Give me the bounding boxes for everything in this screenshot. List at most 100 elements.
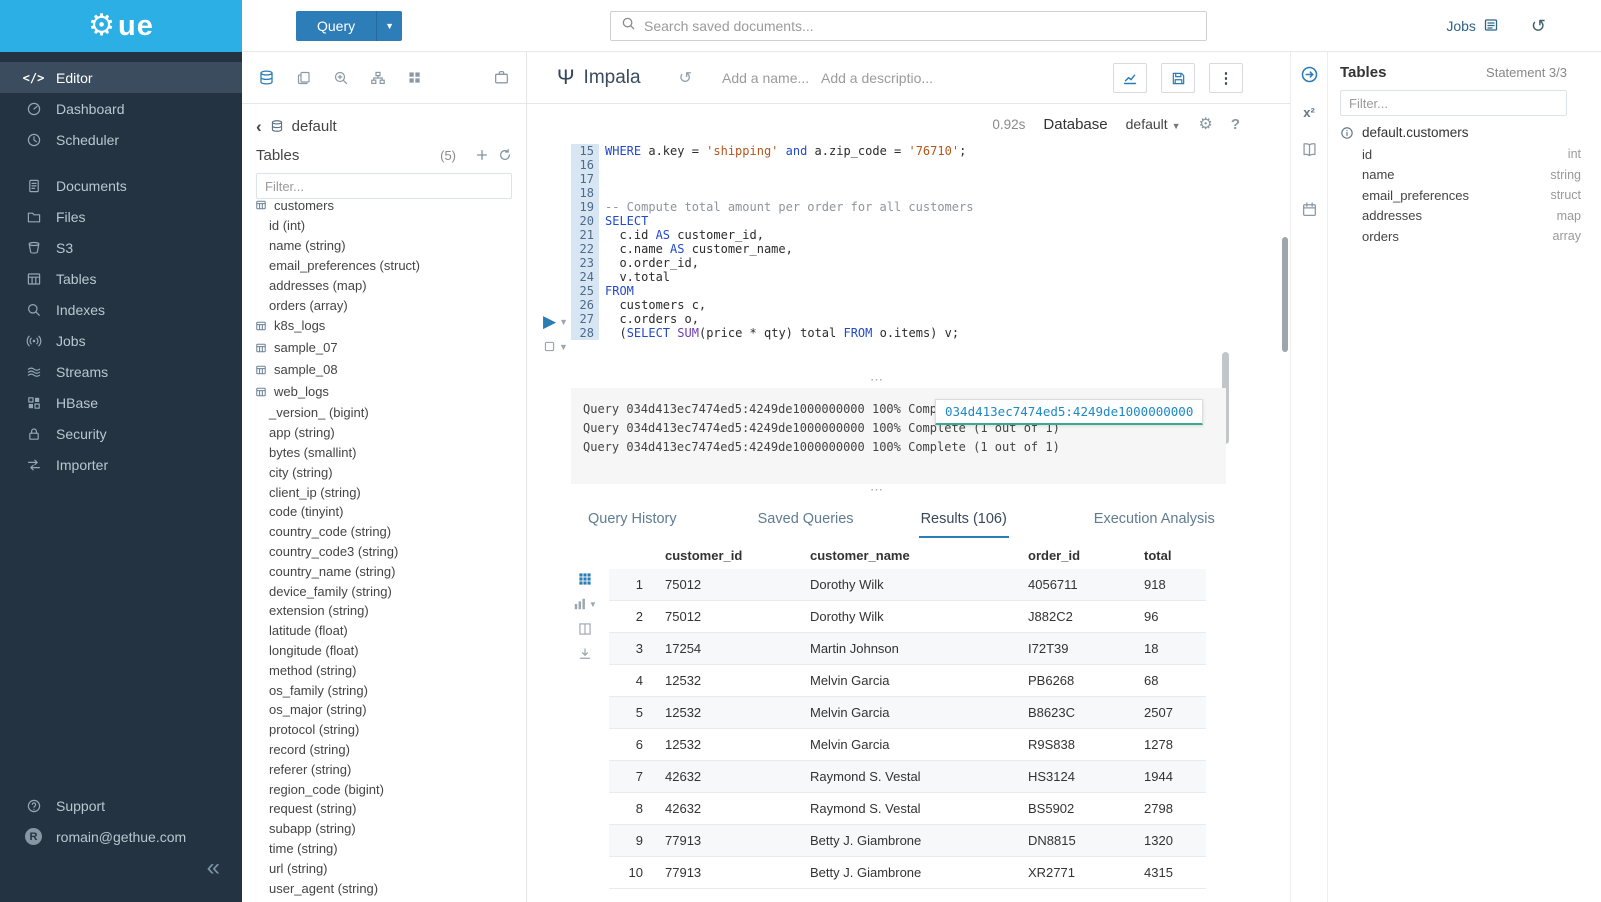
table-row[interactable]: 317254Martin JohnsonI72T3918: [609, 633, 1206, 665]
column-header-customer-id[interactable]: customer_id: [657, 540, 802, 569]
tree-table-customers[interactable]: customers: [242, 194, 526, 216]
editor-assistant-icon[interactable]: [1300, 65, 1319, 84]
tree-column-code-tinyint-[interactable]: code (tinyint): [242, 502, 526, 522]
tree-column-addresses-map-[interactable]: addresses (map): [242, 275, 526, 295]
assist-documents-icon[interactable]: [296, 70, 312, 86]
tab-saved-queries[interactable]: Saved Queries: [756, 502, 856, 538]
main-scrollbar[interactable]: [1282, 237, 1288, 352]
assist-databases-icon[interactable]: [258, 69, 275, 86]
database-select[interactable]: default ▼: [1126, 116, 1181, 132]
sidebar-item-documents[interactable]: Documents: [0, 170, 242, 201]
language-reference-icon[interactable]: [1301, 141, 1318, 158]
column-header-total[interactable]: total: [1136, 540, 1206, 569]
breadcrumb-database[interactable]: default: [292, 118, 337, 135]
tree-column-orders-array-[interactable]: orders (array): [242, 295, 526, 315]
tree-column-name-string-[interactable]: name (string): [242, 236, 526, 256]
right-filter-input[interactable]: [1340, 90, 1567, 116]
query-button-label[interactable]: Query: [296, 11, 376, 41]
settings-gear-icon[interactable]: ⚙: [1198, 114, 1212, 134]
download-icon[interactable]: [578, 647, 592, 661]
tree-column-city-string-[interactable]: city (string): [242, 462, 526, 482]
functions-icon[interactable]: x²: [1303, 105, 1315, 120]
query-description-input[interactable]: [821, 70, 946, 86]
tree-table-k8s-logs[interactable]: k8s_logs: [242, 315, 526, 337]
right-column-email-preferences[interactable]: email_preferencesstruct: [1328, 185, 1601, 206]
assist-apps-icon[interactable]: [407, 70, 422, 85]
tree-column-url-string-[interactable]: url (string): [242, 858, 526, 878]
tree-table-sample-08[interactable]: sample_08: [242, 359, 526, 381]
tree-column-country-code-string-[interactable]: country_code (string): [242, 522, 526, 542]
table-row[interactable]: 275012Dorothy WilkJ882C296: [609, 601, 1206, 633]
help-icon[interactable]: ?: [1231, 116, 1240, 133]
active-table-row[interactable]: default.customers: [1328, 116, 1601, 144]
tree-column-os-family-string-[interactable]: os_family (string): [242, 680, 526, 700]
tab-query-history[interactable]: Query History: [586, 502, 679, 538]
tree-column--version-bigint-[interactable]: _version_ (bigint): [242, 403, 526, 423]
info-icon[interactable]: [1340, 126, 1354, 140]
query-id-tooltip[interactable]: 034d413ec7474ed5:4249de1000000000: [935, 399, 1203, 425]
schedule-icon[interactable]: [1301, 201, 1318, 218]
tree-column-subapp-string-[interactable]: subapp (string): [242, 819, 526, 839]
log-resize-handle-top[interactable]: ⋯: [527, 376, 1226, 386]
add-table-icon[interactable]: [475, 148, 489, 162]
right-column-id[interactable]: idint: [1328, 144, 1601, 165]
tree-table-web-logs[interactable]: web_logs: [242, 381, 526, 403]
execute-options-caret[interactable]: ▼: [559, 317, 568, 327]
chart-type-caret[interactable]: ▼: [589, 600, 597, 609]
tree-column-latitude-float-[interactable]: latitude (float): [242, 621, 526, 641]
sidebar-item-s3[interactable]: S3: [0, 232, 242, 263]
assist-sitemap-icon[interactable]: [370, 70, 386, 86]
breadcrumb-back-chevron[interactable]: ‹: [256, 118, 262, 135]
sql-code-area[interactable]: WHERE a.key = 'shipping' and a.zip_code …: [605, 144, 1266, 340]
tree-column-client-ip-string-[interactable]: client_ip (string): [242, 482, 526, 502]
table-row[interactable]: 742632Raymond S. VestalHS31241944: [609, 761, 1206, 793]
grid-view-icon[interactable]: [578, 572, 592, 586]
chart-button[interactable]: [1113, 63, 1147, 93]
assist-zoom-icon[interactable]: [333, 70, 349, 86]
tree-column-longitude-float-[interactable]: longitude (float): [242, 641, 526, 661]
tab-results-106-[interactable]: Results (106): [919, 502, 1009, 538]
table-row[interactable]: 842632Raymond S. VestalBS59022798: [609, 793, 1206, 825]
table-row[interactable]: 412532Melvin GarciaPB626868: [609, 665, 1206, 697]
sidebar-item-jobs[interactable]: Jobs: [0, 325, 242, 356]
execute-button[interactable]: ▶▼: [543, 312, 568, 332]
editor-history-icon[interactable]: ↺: [679, 68, 692, 88]
tree-column-id-int-[interactable]: id (int): [242, 216, 526, 236]
query-dropdown-caret[interactable]: ▼: [376, 11, 402, 41]
sidebar-item-user[interactable]: R romain@gethue.com: [0, 821, 242, 852]
table-row[interactable]: 512532Melvin GarciaB8623C2507: [609, 697, 1206, 729]
sidebar-item-dashboard[interactable]: Dashboard: [0, 93, 242, 124]
tree-column-referer-string-[interactable]: referer (string): [242, 759, 526, 779]
sidebar-item-editor[interactable]: </>Editor: [0, 62, 242, 93]
sidebar-item-files[interactable]: Files: [0, 201, 242, 232]
more-actions-button[interactable]: ⋮: [1209, 63, 1243, 93]
tree-column-request-string-[interactable]: request (string): [242, 799, 526, 819]
tree-column-bytes-smallint-[interactable]: bytes (smallint): [242, 443, 526, 463]
sidebar-item-tables[interactable]: Tables: [0, 263, 242, 294]
right-column-name[interactable]: namestring: [1328, 165, 1601, 186]
tree-column-region-code-bigint-[interactable]: region_code (bigint): [242, 779, 526, 799]
assist-workload-icon[interactable]: [493, 69, 510, 86]
sidebar-item-scheduler[interactable]: Scheduler: [0, 124, 242, 155]
right-column-addresses[interactable]: addressesmap: [1328, 206, 1601, 227]
tree-column-method-string-[interactable]: method (string): [242, 660, 526, 680]
sidebar-item-hbase[interactable]: HBase: [0, 387, 242, 418]
column-header-order-id[interactable]: order_id: [1020, 540, 1136, 569]
query-history-icon[interactable]: ↺: [1531, 16, 1546, 37]
search-input[interactable]: [644, 18, 1196, 34]
query-name-input[interactable]: [722, 70, 817, 86]
sidebar-item-indexes[interactable]: Indexes: [0, 294, 242, 325]
engine-selector[interactable]: Ψ Impala: [557, 66, 641, 90]
log-resize-handle-bottom[interactable]: ⋯: [527, 486, 1226, 496]
sidebar-item-streams[interactable]: Streams: [0, 356, 242, 387]
hue-logo[interactable]: ⚙ ue: [0, 0, 242, 52]
tree-column-record-string-[interactable]: record (string): [242, 740, 526, 760]
tree-table-sample-07[interactable]: sample_07: [242, 337, 526, 359]
chart-view-icon[interactable]: ▼: [573, 597, 597, 611]
tree-column-protocol-string-[interactable]: protocol (string): [242, 720, 526, 740]
table-row[interactable]: 1077913Betty J. GiambroneXR27714315: [609, 857, 1206, 889]
sidebar-item-importer[interactable]: Importer: [0, 449, 242, 480]
editor-options-button[interactable]: ▼: [543, 340, 568, 353]
columns-toggle-icon[interactable]: [578, 622, 592, 636]
sidebar-item-support[interactable]: Support: [0, 790, 242, 821]
